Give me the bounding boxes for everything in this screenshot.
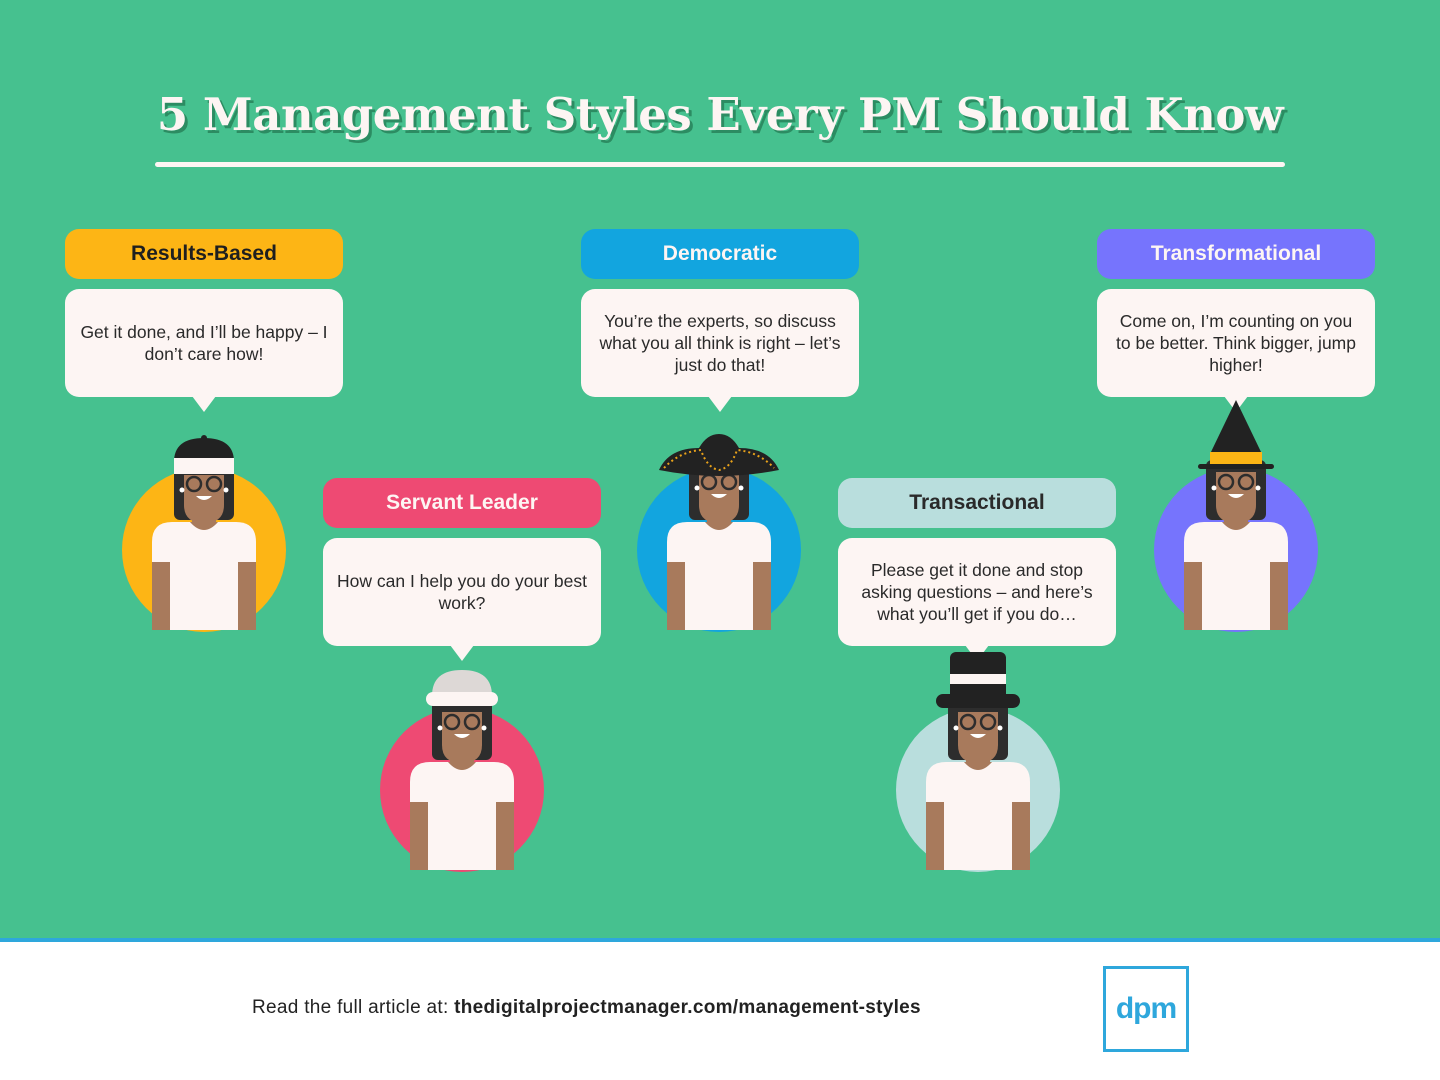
top-hat-icon bbox=[896, 652, 1060, 872]
speech-bubble-transformational: Come on, I’m counting on you to be bette… bbox=[1097, 289, 1375, 412]
title-underline bbox=[155, 162, 1285, 167]
style-label-results-based: Results-Based bbox=[65, 229, 343, 279]
avatar-transformational bbox=[1136, 400, 1336, 640]
footer: Read the full article at: thedigitalproj… bbox=[0, 942, 1440, 1080]
avatar-servant-leader bbox=[362, 640, 562, 880]
speech-bubble-transactional: Please get it done and stop asking quest… bbox=[838, 538, 1116, 661]
footer-text: Read the full article at: thedigitalproj… bbox=[252, 997, 921, 1019]
speech-bubble-democratic: You’re the experts, so discuss what you … bbox=[581, 289, 859, 412]
style-label-transactional: Transactional bbox=[838, 478, 1116, 528]
style-label-transformational: Transformational bbox=[1097, 229, 1375, 279]
article-link[interactable]: thedigitalprojectmanager.com/management-… bbox=[454, 997, 921, 1018]
speech-bubble-servant-leader: How can I help you do your best work? bbox=[323, 538, 601, 661]
witch-hat-icon bbox=[1154, 400, 1318, 632]
infographic-canvas: 5 Management Styles Every PM Should Know… bbox=[0, 0, 1440, 938]
headband-beret-icon bbox=[122, 435, 286, 632]
avatar-results-based bbox=[104, 400, 304, 640]
tricorn-hat-icon bbox=[637, 434, 801, 632]
style-label-democratic: Democratic bbox=[581, 229, 859, 279]
footer-prefix: Read the full article at: bbox=[252, 997, 455, 1018]
chef-beanie-icon bbox=[380, 670, 544, 872]
style-label-servant-leader: Servant Leader bbox=[323, 478, 601, 528]
dpm-logo[interactable]: dpm bbox=[1103, 966, 1189, 1052]
speech-bubble-results-based: Get it done, and I’ll be happy – I don’t… bbox=[65, 289, 343, 412]
page-title: 5 Management Styles Every PM Should Know bbox=[156, 88, 1284, 141]
avatar-transactional bbox=[878, 640, 1078, 880]
avatar-democratic bbox=[619, 400, 819, 640]
